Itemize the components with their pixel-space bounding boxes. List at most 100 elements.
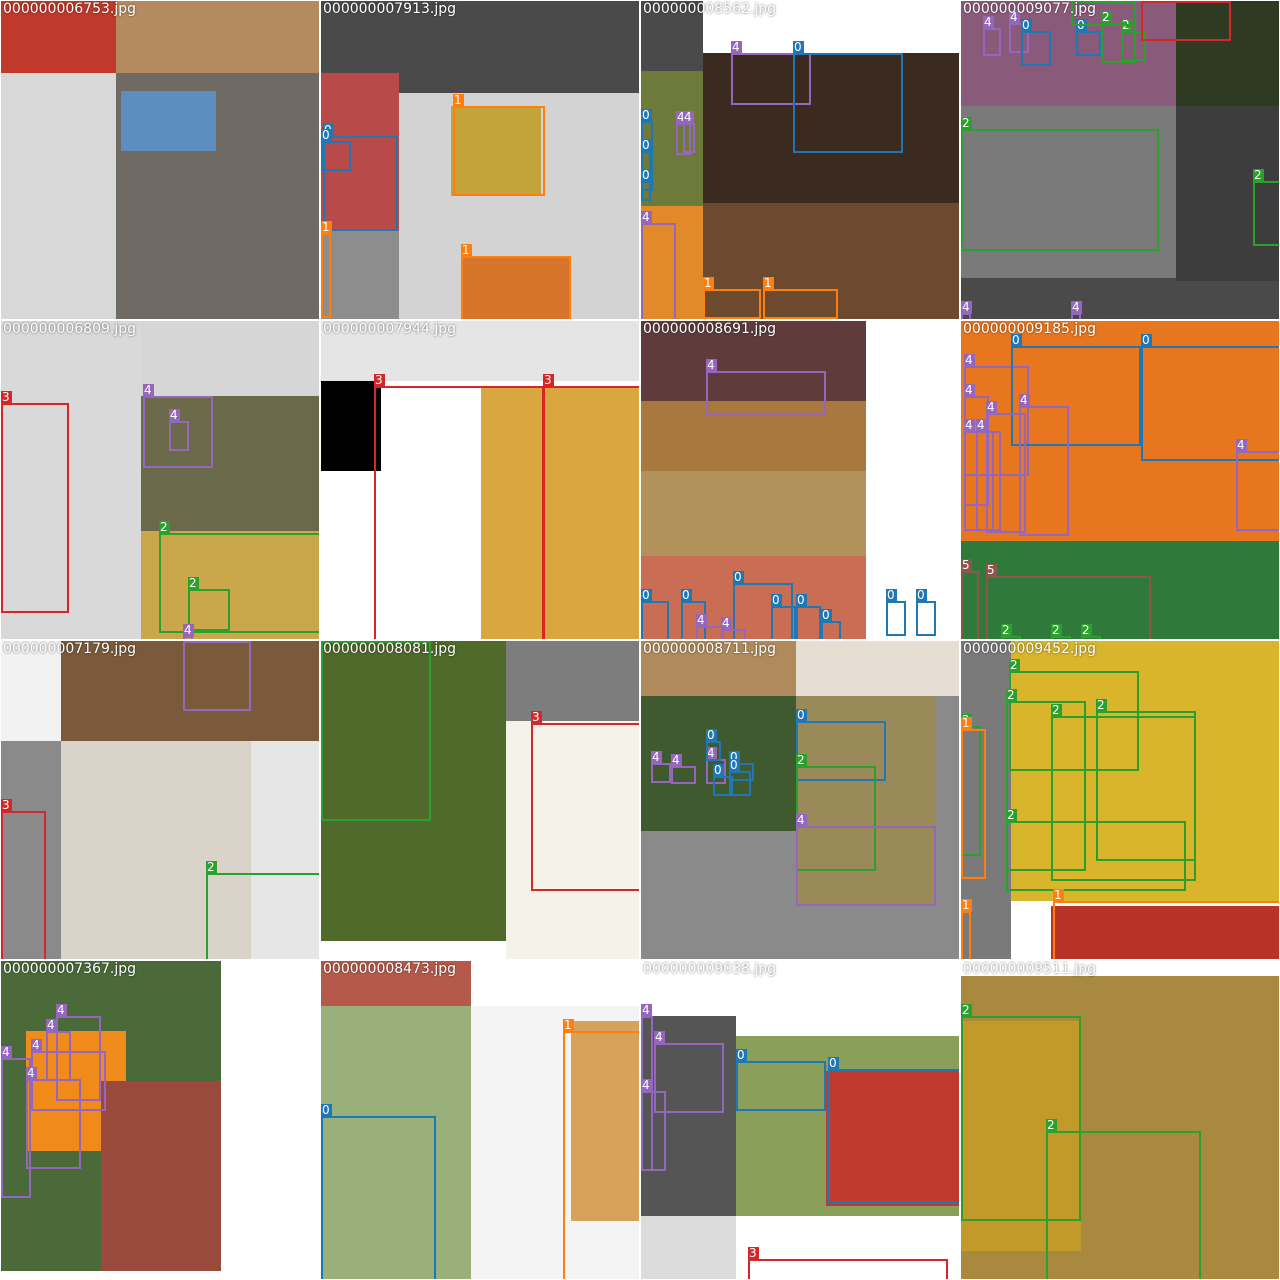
tile-filename: 000000007179.jpg bbox=[3, 641, 136, 657]
bounding-box: 0 bbox=[916, 589, 936, 636]
mosaic-tile: 2 3 000000008081.jpg bbox=[320, 640, 640, 960]
class-label: 2 bbox=[1001, 624, 1012, 637]
bounding-box: 0 bbox=[771, 594, 796, 639]
bounding-box: 0 bbox=[821, 609, 841, 639]
class-label: 4 bbox=[721, 617, 732, 630]
class-label: 4 bbox=[56, 1004, 67, 1017]
class-label: 0 bbox=[793, 41, 804, 54]
class-label: 0 bbox=[641, 109, 652, 122]
bounding-box: 2 bbox=[1051, 704, 1196, 881]
class-label: 4 bbox=[183, 624, 194, 637]
bounding-box: 4 bbox=[796, 814, 936, 906]
class-label: 2 bbox=[1096, 699, 1107, 712]
bounding-box: 2 bbox=[1046, 1119, 1201, 1279]
class-label: 4 bbox=[731, 41, 742, 54]
class-label: 4 bbox=[1019, 394, 1030, 407]
class-label: 4 bbox=[641, 1079, 652, 1092]
bounding-box: 3 bbox=[374, 374, 544, 639]
class-label: 0 bbox=[771, 594, 782, 607]
tile-filename: 000000009185.jpg bbox=[963, 321, 1096, 337]
padding-area bbox=[506, 641, 639, 721]
class-label: 3 bbox=[531, 711, 542, 724]
bounding-box: 4 bbox=[1071, 301, 1082, 319]
class-label: 0 bbox=[641, 589, 652, 602]
tile-filename: 000000009452.jpg bbox=[963, 641, 1096, 657]
class-label: 4 bbox=[706, 359, 717, 372]
bounding-box: 3 bbox=[748, 1247, 948, 1279]
class-label: 1 bbox=[461, 244, 472, 257]
class-label: 4 bbox=[31, 1039, 42, 1052]
class-label: 2 bbox=[1009, 659, 1020, 672]
class-label: 4 bbox=[796, 814, 807, 827]
class-label: 4 bbox=[964, 419, 975, 432]
bounding-box: 2 bbox=[1253, 169, 1279, 246]
bounding-box: 0 bbox=[793, 41, 903, 153]
class-label: 4 bbox=[641, 1004, 652, 1017]
bounding-box: 0 bbox=[641, 169, 652, 201]
tile-filename: 000000006753.jpg bbox=[3, 1, 136, 17]
mosaic-tile: 4 4 4 0 0 3 000000009038.jpg bbox=[640, 960, 960, 1280]
bounding-box: 4 bbox=[641, 1079, 666, 1171]
class-label: 4 bbox=[641, 211, 652, 224]
class-label: 0 bbox=[796, 594, 807, 607]
class-label: 2 bbox=[1006, 809, 1017, 822]
bounding-box: 2 bbox=[321, 641, 431, 821]
bounding-box: 0 bbox=[729, 759, 751, 796]
class-label: 2 bbox=[159, 521, 170, 534]
photo-fragment bbox=[641, 1216, 736, 1279]
class-label: 1 bbox=[961, 717, 972, 730]
class-label: 0 bbox=[1141, 334, 1152, 347]
mosaic-tile: 4 4 0 0 4 4 4 4 4 5 5 2 2 2 000000009185.jpg bbox=[960, 320, 1280, 640]
class-label: 4 bbox=[976, 419, 987, 432]
class-label: 2 bbox=[206, 861, 217, 874]
tile-filename: 000000008711.jpg bbox=[643, 641, 776, 657]
mosaic-tile: 0 2 4 4 4 4 0 0 0 0 000000008711.jpg bbox=[640, 640, 960, 960]
class-label: 5 bbox=[961, 559, 972, 572]
bounding-box: 1 bbox=[961, 899, 972, 959]
bounding-box: 0 bbox=[641, 589, 669, 639]
class-label: 2 bbox=[1253, 169, 1264, 182]
class-label: 1 bbox=[961, 899, 972, 912]
class-label: 1 bbox=[763, 277, 774, 290]
bounding-box: 0 bbox=[1021, 19, 1051, 66]
class-label: 3 bbox=[374, 374, 385, 387]
mosaic-tile: 10011000000007913.jpg bbox=[320, 0, 640, 320]
mosaic-tile: 4 4 4 4 4 000000007367.jpg bbox=[0, 960, 320, 1280]
mosaic-grid: 000000006753.jpg 10011000000007913.jpg 4… bbox=[0, 0, 1280, 1280]
tile-filename: 000000007367.jpg bbox=[3, 961, 136, 977]
bounding-box: 4 bbox=[976, 419, 1001, 531]
mosaic-tile: 440022223244000000009077.jpg bbox=[960, 0, 1280, 320]
bounding-box: 1 bbox=[461, 244, 571, 319]
class-label: 1 bbox=[453, 94, 464, 107]
bounding-box: 0 bbox=[706, 729, 721, 761]
bounding-box: 3 bbox=[1, 391, 69, 613]
mosaic-tile: 222222111000000009452.jpg bbox=[960, 640, 1280, 960]
bounding-box: 1 bbox=[563, 1019, 639, 1279]
bounding-box: 1 bbox=[763, 277, 838, 319]
bounding-box: 4 bbox=[169, 409, 189, 451]
tile-filename: 000000008562.jpg bbox=[643, 1, 776, 17]
class-label: 2 bbox=[961, 1004, 972, 1017]
bounding-box: 4 bbox=[26, 1067, 81, 1169]
class-label: 2 bbox=[1081, 624, 1092, 637]
tile-filename: 000000006809.jpg bbox=[3, 321, 136, 337]
photo-fragment bbox=[321, 381, 381, 471]
class-label: 1 bbox=[563, 1019, 574, 1032]
mosaic-tile: 4 3 2 000000007179.jpg bbox=[0, 640, 320, 960]
bounding-box: 2 bbox=[206, 861, 319, 959]
class-label: 5 bbox=[986, 564, 997, 577]
bounding-box: 4 bbox=[651, 751, 671, 783]
class-label: 0 bbox=[681, 589, 692, 602]
photo-fragment bbox=[321, 231, 399, 319]
class-label: 2 bbox=[796, 754, 807, 767]
class-label: 0 bbox=[736, 1049, 747, 1062]
class-label: 4 bbox=[964, 384, 975, 397]
bounding-box: 0 bbox=[321, 129, 351, 171]
class-label: 0 bbox=[733, 571, 744, 584]
photo-fragment bbox=[796, 641, 959, 696]
padding-area bbox=[1, 73, 116, 319]
bounding-box: 5 bbox=[961, 559, 979, 639]
class-label: 4 bbox=[143, 384, 154, 397]
bounding-box: 4 bbox=[696, 614, 724, 639]
bounding-box: 4 bbox=[961, 301, 972, 319]
